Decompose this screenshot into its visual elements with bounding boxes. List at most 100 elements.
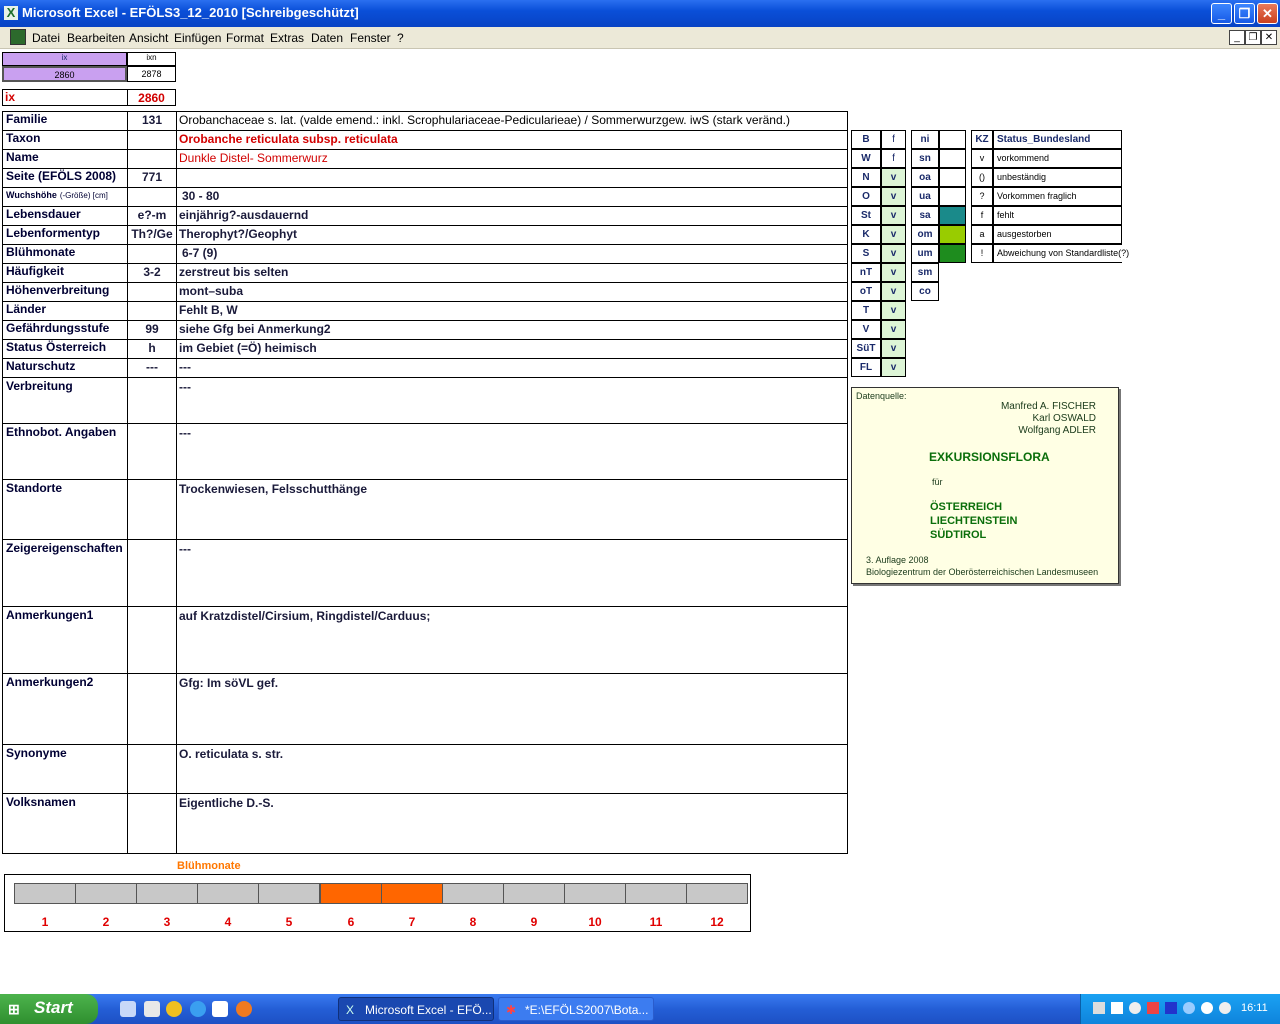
network-icon[interactable] [1093, 1002, 1105, 1014]
ixn-header-cell[interactable]: ixn [127, 52, 176, 66]
region-status-cell[interactable]: v [881, 339, 906, 358]
security-alert-icon[interactable] [1147, 1002, 1159, 1014]
field-value-cell[interactable]: Fehlt B, W [176, 301, 848, 320]
zone-status-cell[interactable] [939, 206, 966, 225]
text-field-value-cell[interactable]: Eigentliche D.-S. [176, 793, 848, 854]
app-icon[interactable] [144, 1001, 160, 1017]
field-value-cell[interactable]: Orobanchaceae s. lat. (valde emend.: ink… [176, 111, 848, 130]
menu-help[interactable]: ? [397, 31, 404, 45]
menu-bearbeiten[interactable]: Bearbeiten [67, 31, 125, 45]
menu-einfuegen[interactable]: Einfügen [174, 31, 221, 45]
field-value-cell[interactable]: zerstreut bis selten [176, 263, 848, 282]
text-field-code-cell[interactable] [127, 377, 176, 423]
field-value-cell[interactable]: 30 - 80 [176, 187, 848, 206]
field-code-cell[interactable] [127, 244, 176, 263]
outlook-icon[interactable] [212, 1001, 228, 1017]
field-code-cell[interactable]: h [127, 339, 176, 358]
minimize-button[interactable]: _ [1211, 3, 1232, 24]
region-status-cell[interactable]: v [881, 187, 906, 206]
info-icon[interactable] [1201, 1002, 1213, 1014]
field-value-cell[interactable] [176, 168, 848, 187]
region-status-cell[interactable]: v [881, 244, 906, 263]
task-explorer[interactable]: ✱ *E:\EFÖLS2007\Bota... [498, 997, 654, 1021]
text-field-value-cell[interactable]: --- [176, 377, 848, 423]
menu-fenster[interactable]: Fenster [350, 31, 391, 45]
zone-status-cell[interactable] [939, 244, 966, 263]
field-value-cell[interactable]: --- [176, 358, 848, 377]
field-code-cell[interactable] [127, 301, 176, 320]
ix-big-cell[interactable]: 2860 [127, 89, 176, 106]
start-button[interactable]: ⊞ Start [0, 994, 98, 1024]
workbook-icon[interactable] [10, 29, 26, 45]
zone-status-cell[interactable] [939, 130, 966, 149]
search-icon[interactable] [1129, 1002, 1141, 1014]
excel-icon[interactable]: X [4, 6, 18, 20]
region-status-cell[interactable]: v [881, 263, 906, 282]
field-code-cell[interactable] [127, 149, 176, 168]
text-field-code-cell[interactable] [127, 479, 176, 539]
region-status-cell[interactable]: v [881, 320, 906, 339]
field-code-cell[interactable] [127, 282, 176, 301]
text-field-value-cell[interactable]: O. reticulata s. str. [176, 744, 848, 793]
zone-status-cell[interactable] [939, 225, 966, 244]
region-status-cell[interactable]: v [881, 282, 906, 301]
text-field-code-cell[interactable] [127, 539, 176, 606]
zone-status-cell[interactable] [939, 187, 966, 206]
firefox-icon[interactable] [236, 1001, 252, 1017]
text-field-value-cell[interactable]: auf Kratzdistel/Cirsium, Ringdistel/Card… [176, 606, 848, 673]
field-code-cell[interactable]: 3-2 [127, 263, 176, 282]
show-desktop-icon[interactable] [120, 1001, 136, 1017]
field-value-cell[interactable]: mont–suba [176, 282, 848, 301]
text-field-code-cell[interactable] [127, 673, 176, 744]
text-field-value-cell[interactable]: Trockenwiesen, Felsschutthänge [176, 479, 848, 539]
field-code-cell[interactable]: e?-m [127, 206, 176, 225]
field-value-cell[interactable]: 6-7 (9) [176, 244, 848, 263]
field-code-cell[interactable]: 99 [127, 320, 176, 339]
doc-restore-button[interactable]: ❐ [1245, 30, 1261, 45]
zone-status-cell[interactable] [939, 168, 966, 187]
field-value-cell[interactable]: Dunkle Distel- Sommerwurz [176, 149, 848, 168]
text-field-value-cell[interactable]: Gfg: Im söVL gef. [176, 673, 848, 744]
region-status-cell[interactable]: v [881, 225, 906, 244]
text-field-code-cell[interactable] [127, 606, 176, 673]
field-code-cell[interactable] [127, 130, 176, 149]
restore-button[interactable]: ❐ [1234, 3, 1255, 24]
field-code-cell[interactable] [127, 187, 176, 206]
region-status-cell[interactable]: f [881, 149, 906, 168]
zone-status-cell[interactable] [939, 149, 966, 168]
field-value-cell[interactable]: einjährig?-ausdauernd [176, 206, 848, 225]
text-field-value-cell[interactable]: --- [176, 423, 848, 479]
ix-value-cell[interactable]: 2860 [2, 66, 127, 82]
field-value-cell[interactable]: Orobanche reticulata subsp. reticulata [176, 130, 848, 149]
doc-minimize-button[interactable]: _ [1229, 30, 1245, 45]
region-status-cell[interactable]: v [881, 206, 906, 225]
menu-ansicht[interactable]: Ansicht [129, 31, 168, 45]
ixn-value-cell[interactable]: 2878 [127, 66, 176, 82]
menu-daten[interactable]: Daten [311, 31, 343, 45]
media-player-icon[interactable] [166, 1001, 182, 1017]
task-excel[interactable]: X Microsoft Excel - EFÖ... [338, 997, 494, 1021]
update-icon[interactable] [1183, 1002, 1195, 1014]
volume-icon[interactable] [1111, 1002, 1123, 1014]
region-status-cell[interactable]: v [881, 168, 906, 187]
field-code-cell[interactable]: --- [127, 358, 176, 377]
text-field-value-cell[interactable]: --- [176, 539, 848, 606]
field-code-cell[interactable]: 131 [127, 111, 176, 130]
internet-explorer-icon[interactable] [190, 1001, 206, 1017]
antivirus-icon[interactable] [1219, 1002, 1231, 1014]
field-value-cell[interactable]: siehe Gfg bei Anmerkung2 [176, 320, 848, 339]
shield-icon[interactable] [1165, 1002, 1177, 1014]
menu-extras[interactable]: Extras [270, 31, 304, 45]
region-status-cell[interactable]: v [881, 301, 906, 320]
field-value-cell[interactable]: Therophyt?/Geophyt [176, 225, 848, 244]
text-field-code-cell[interactable] [127, 793, 176, 854]
field-code-cell[interactable]: Th?/Ge [127, 225, 176, 244]
text-field-code-cell[interactable] [127, 744, 176, 793]
field-value-cell[interactable]: im Gebiet (=Ö) heimisch [176, 339, 848, 358]
close-button[interactable]: ✕ [1257, 3, 1278, 24]
menu-format[interactable]: Format [226, 31, 264, 45]
doc-close-button[interactable]: ✕ [1261, 30, 1277, 45]
field-code-cell[interactable]: 771 [127, 168, 176, 187]
text-field-code-cell[interactable] [127, 423, 176, 479]
menu-datei[interactable]: Datei [32, 31, 60, 45]
